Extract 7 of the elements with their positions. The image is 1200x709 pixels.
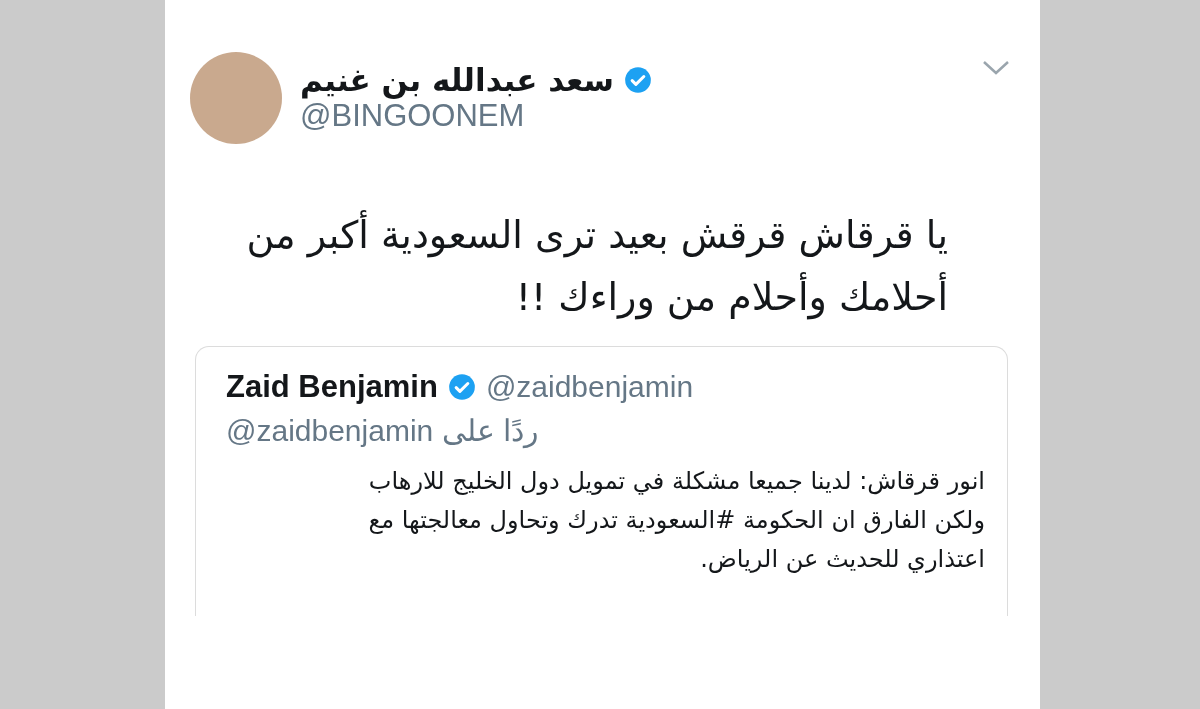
author-name: Zaid Benjamin [226,369,438,405]
chevron-down-icon[interactable] [982,60,1010,76]
author-handle: @BINGOONEM [300,98,526,134]
author-name: سعد عبدالله بن غنيم [300,62,615,98]
quoted-tweet-text: انور قرقاش: لدينا جميعا مشكلة في تمويل دول الخليج للارهاب ولكن الفارق ان الحكومة #السعودية تدرك وتحاول معالجتها مع اعتذاري للحديث عن الرياض. [367,466,985,575]
tweet-text: يا قرقاش قرقش بعيد ترى السعودية أكبر من أحلامك وأحلام من وراءك !! [165,204,1040,328]
author-handle: @zaidbenjamin [485,370,694,404]
